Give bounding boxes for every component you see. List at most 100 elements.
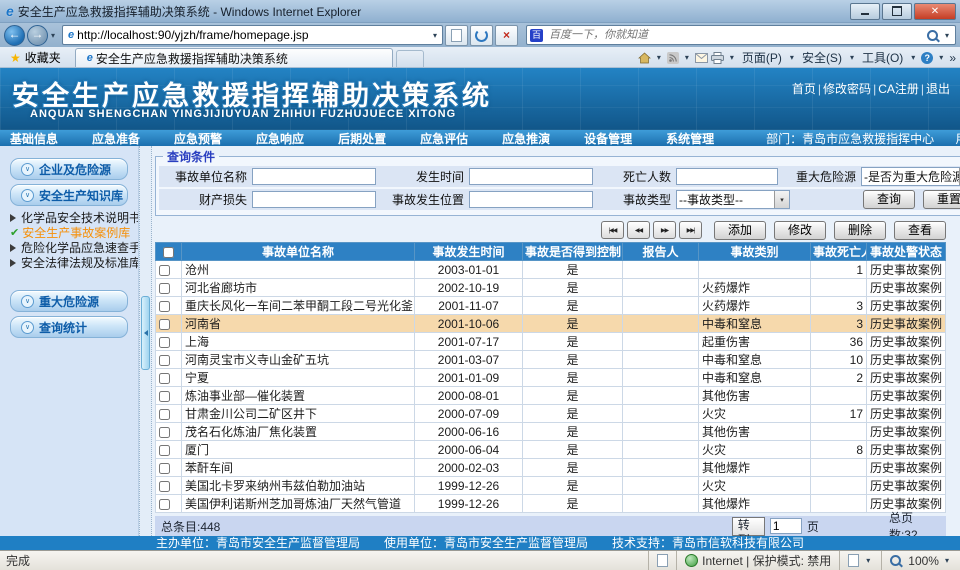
search-magnifier-icon[interactable] [927, 30, 938, 41]
row-checkbox[interactable] [159, 373, 170, 384]
select-dropdown-icon[interactable]: ▾ [774, 191, 789, 208]
row-checkbox[interactable] [159, 337, 170, 348]
sidebar-group[interactable]: ∨安全生产知识库 [10, 184, 128, 206]
back-button[interactable]: ← [4, 25, 25, 46]
nav-item[interactable]: 应急预警 [174, 130, 222, 147]
query-search-button[interactable]: 查询 [863, 190, 915, 209]
table-row[interactable]: 河南省2001-10-06是中毒和窒息3历史事故案例 [156, 315, 946, 333]
page-menu[interactable]: 页面(P) [740, 49, 784, 66]
header-link[interactable]: 修改密码 [823, 82, 871, 96]
feeds-icon[interactable] [667, 52, 679, 64]
search-input[interactable] [547, 28, 927, 42]
goto-page-input[interactable] [770, 518, 802, 534]
table-row[interactable]: 美国北卡罗来纳州韦兹伯勒加油站1999-12-26是火灾历史事故案例 [156, 477, 946, 495]
next-page-button[interactable]: ▶▶ [653, 221, 676, 239]
unit-name-input[interactable] [252, 168, 376, 185]
help-dropdown[interactable]: ▾ [939, 53, 943, 62]
nav-item[interactable]: 应急评估 [420, 130, 468, 147]
row-checkbox[interactable] [159, 481, 170, 492]
sidebar-group[interactable]: ∨重大危险源 [10, 290, 128, 312]
sidebar-item[interactable]: ✔安全生产事故案例库 [0, 225, 138, 240]
page-menu-dropdown[interactable]: ▾ [790, 53, 794, 62]
table-row[interactable]: 上海2001-07-17是起重伤害36历史事故案例 [156, 333, 946, 351]
table-row[interactable]: 炼油事业部—催化装置2000-08-01是其他伤害历史事故案例 [156, 387, 946, 405]
home-icon[interactable] [638, 52, 651, 64]
sidebar-collapse-handle[interactable] [141, 296, 150, 370]
add-button[interactable]: 添加 [714, 221, 766, 240]
row-checkbox[interactable] [159, 265, 170, 276]
death-count-input[interactable] [676, 168, 778, 185]
tools-menu[interactable]: 工具(O) [860, 49, 905, 66]
first-page-button[interactable]: |◀◀ [601, 221, 624, 239]
query-reset-button[interactable]: 重置 [923, 190, 960, 209]
nav-item[interactable]: 应急响应 [256, 130, 304, 147]
minimize-button[interactable] [850, 3, 880, 20]
location-input[interactable] [469, 191, 593, 208]
search-box[interactable]: 百 ▾ [526, 25, 956, 45]
sidebar-item[interactable]: 安全法律法规及标准库 [0, 255, 138, 270]
select-all-checkbox[interactable] [163, 247, 174, 258]
status-protected-segment[interactable]: ▾ [839, 551, 881, 570]
property-loss-input[interactable] [252, 191, 376, 208]
nav-item[interactable]: 后期处置 [338, 130, 386, 147]
refresh-button[interactable] [470, 25, 493, 46]
compatibility-view-button[interactable] [445, 25, 468, 46]
table-row[interactable]: 茂名石化炼油厂焦化装置2000-06-16是其他伤害历史事故案例 [156, 423, 946, 441]
nav-item[interactable]: 系统管理 [666, 130, 714, 147]
row-checkbox[interactable] [159, 445, 170, 456]
table-row[interactable]: 河南灵宝市义寺山金矿五坑2001-03-07是中毒和窒息10历史事故案例 [156, 351, 946, 369]
header-link[interactable]: 首页 [792, 82, 816, 96]
table-row[interactable]: 重庆长风化一车间二苯甲酮工段二号光化釜2001-11-07是火药爆炸3历史事故案… [156, 297, 946, 315]
address-history-dropdown[interactable]: ▾ [433, 31, 437, 40]
sidebar-item[interactable]: 化学品安全技术说明书 [0, 210, 138, 225]
header-link[interactable]: CA注册 [878, 82, 919, 96]
occur-time-input[interactable] [469, 168, 593, 185]
sidebar-group[interactable]: ∨企业及危险源 [10, 158, 128, 180]
row-checkbox[interactable] [159, 355, 170, 366]
help-icon[interactable]: ? [921, 52, 933, 64]
header-link[interactable]: 退出 [926, 82, 950, 96]
view-button[interactable]: 查看 [894, 221, 946, 240]
table-row[interactable]: 河北省廊坊市2002-10-19是火药爆炸历史事故案例 [156, 279, 946, 297]
row-checkbox[interactable] [159, 463, 170, 474]
table-row[interactable]: 苯酐车间2000-02-03是其他爆炸历史事故案例 [156, 459, 946, 477]
major-hazard-select[interactable]: -是否为重大危险源- ▾ [861, 167, 960, 186]
row-checkbox[interactable] [159, 409, 170, 420]
table-row[interactable]: 甘肃金川公司二矿区井下2000-07-09是火灾17历史事故案例 [156, 405, 946, 423]
forward-button[interactable]: → [27, 25, 48, 46]
close-button[interactable]: ✕ [914, 3, 956, 20]
table-row[interactable]: 宁夏2001-01-09是中毒和窒息2历史事故案例 [156, 369, 946, 387]
url-input[interactable] [77, 28, 430, 42]
prev-page-button[interactable]: ◀◀ [627, 221, 650, 239]
row-checkbox[interactable] [159, 283, 170, 294]
toolbar-overflow-chevron[interactable]: » [949, 51, 956, 65]
stop-button[interactable]: × [495, 25, 518, 46]
zoom-dropdown[interactable]: ▾ [945, 556, 949, 565]
new-tab-button[interactable] [396, 50, 424, 67]
delete-button[interactable]: 删除 [834, 221, 886, 240]
table-row[interactable]: 美国伊利诺斯州芝加哥炼油厂天然气管道1999-12-26是其他爆炸历史事故案例 [156, 495, 946, 513]
table-row[interactable]: 沧州2003-01-01是1历史事故案例 [156, 261, 946, 279]
row-checkbox[interactable] [159, 301, 170, 312]
nav-item[interactable]: 设备管理 [584, 130, 632, 147]
nav-item[interactable]: 基础信息 [10, 130, 58, 147]
protected-dropdown[interactable]: ▾ [866, 556, 870, 565]
tools-menu-dropdown[interactable]: ▾ [911, 53, 915, 62]
maximize-button[interactable] [882, 3, 912, 20]
safety-menu-dropdown[interactable]: ▾ [850, 53, 854, 62]
read-mail-icon[interactable] [695, 53, 708, 63]
print-dropdown[interactable]: ▾ [730, 53, 734, 62]
recent-pages-dropdown[interactable]: ▾ [51, 31, 55, 40]
nav-item[interactable]: 应急准备 [92, 130, 140, 147]
modify-button[interactable]: 修改 [774, 221, 826, 240]
search-dropdown[interactable]: ▾ [945, 31, 949, 40]
row-checkbox[interactable] [159, 319, 170, 330]
tab-active[interactable]: e 安全生产应急救援指挥辅助决策系统 [75, 48, 393, 67]
nav-item[interactable]: 应急推演 [502, 130, 550, 147]
sidebar-item[interactable]: 危险化学品应急速查手... [0, 240, 138, 255]
table-row[interactable]: 厦门2000-06-04是火灾8历史事故案例 [156, 441, 946, 459]
sidebar-group[interactable]: ∨查询统计 [10, 316, 128, 338]
home-dropdown[interactable]: ▾ [657, 53, 661, 62]
print-icon[interactable] [711, 52, 724, 64]
favorites-button[interactable]: ★ 收藏夹 [4, 49, 67, 66]
